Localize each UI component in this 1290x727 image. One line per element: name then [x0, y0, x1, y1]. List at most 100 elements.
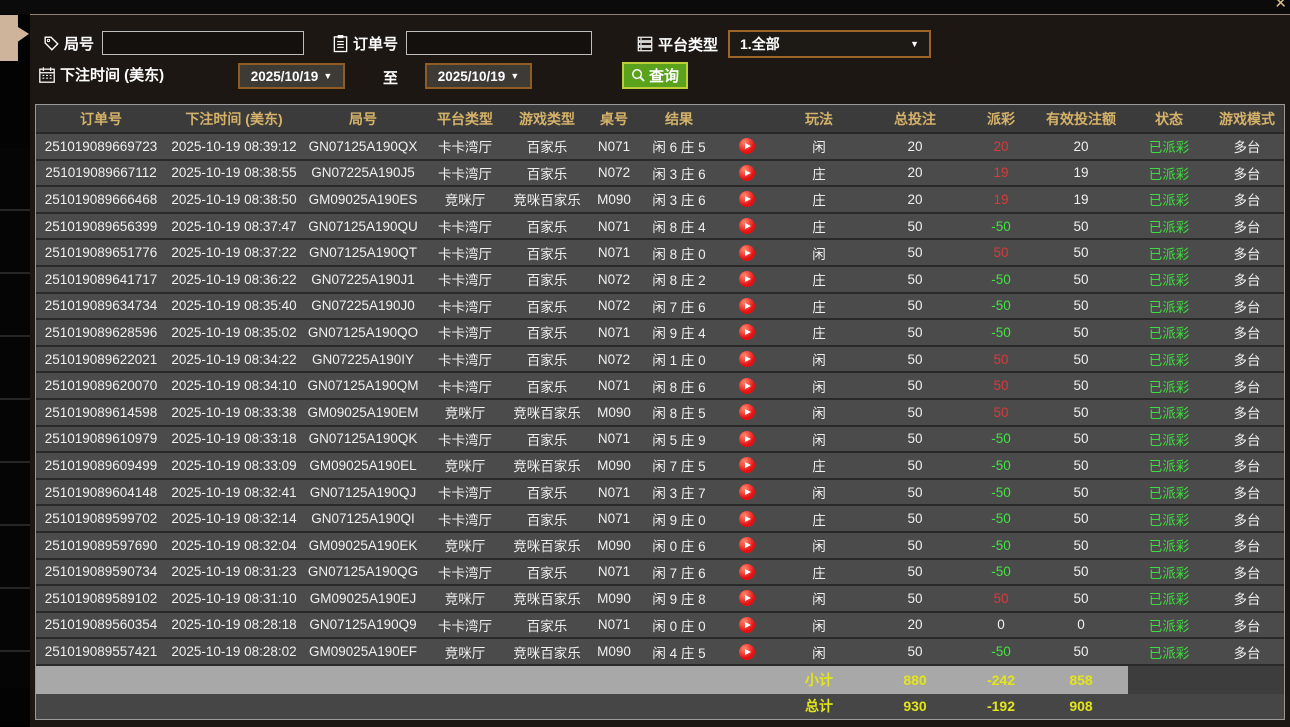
- cell-round-id: GM09025A190EF: [302, 644, 424, 659]
- cell-bet-time: 2025-10-19 08:34:10: [166, 378, 302, 393]
- replay-play-button[interactable]: [739, 378, 755, 394]
- date-from-picker[interactable]: 2025/10/19 ▼: [238, 63, 345, 89]
- play-icon: [745, 542, 751, 548]
- cell-bet-time: 2025-10-19 08:36:22: [166, 272, 302, 287]
- cell-status: 已派彩: [1128, 562, 1210, 582]
- cell-replay: [718, 564, 776, 580]
- cell-platform: 竞咪厅: [424, 535, 506, 555]
- replay-play-button[interactable]: [739, 617, 755, 633]
- cell-result: 闲 0 庄 6: [640, 535, 718, 555]
- replay-play-button[interactable]: [739, 324, 755, 340]
- round-input[interactable]: [102, 31, 304, 55]
- replay-play-button[interactable]: [739, 404, 755, 420]
- cell-bet-time: 2025-10-19 08:39:12: [166, 139, 302, 154]
- replay-play-button[interactable]: [739, 457, 755, 473]
- cell-game-mode: 多台: [1210, 642, 1284, 662]
- cell-payout: -50: [968, 298, 1034, 313]
- order-filter: 订单号: [332, 31, 592, 55]
- cell-game-mode: 多台: [1210, 588, 1284, 608]
- subtotal-row: 小计 880 -242 858: [36, 666, 1284, 694]
- replay-play-button[interactable]: [739, 590, 755, 606]
- grand-total-valid-bet: 908: [1034, 698, 1128, 714]
- replay-play-button[interactable]: [739, 138, 755, 154]
- replay-play-button[interactable]: [739, 484, 755, 500]
- cell-bet-type: 闲: [776, 535, 862, 555]
- cell-payout: -50: [968, 511, 1034, 526]
- column-header: 派彩: [968, 109, 1034, 129]
- replay-play-button[interactable]: [739, 271, 755, 287]
- cell-total-bet: 50: [862, 352, 968, 367]
- replay-play-button[interactable]: [739, 511, 755, 527]
- cell-result: 闲 9 庄 8: [640, 588, 718, 608]
- cell-game-type: 百家乐: [506, 163, 588, 183]
- cell-platform: 竞咪厅: [424, 455, 506, 475]
- bet-records-table: 订单号 下注时间 (美东) 局号 平台类型 游戏类型 桌号 结果 玩法 总投注 …: [35, 104, 1285, 720]
- cell-bet-time: 2025-10-19 08:32:14: [166, 511, 302, 526]
- replay-play-button[interactable]: [739, 245, 755, 261]
- replay-play-button[interactable]: [739, 431, 755, 447]
- cell-total-bet: 50: [862, 272, 968, 287]
- cell-game-mode: 多台: [1210, 429, 1284, 449]
- cell-game-type: 百家乐: [506, 376, 588, 396]
- cell-bet-type: 庄: [776, 189, 862, 209]
- cell-status: 已派彩: [1128, 376, 1210, 396]
- table-row: 251019089667112 2025-10-19 08:38:55 GN07…: [36, 161, 1284, 188]
- cell-order-id: 251019089669723: [36, 139, 166, 154]
- replay-play-button[interactable]: [739, 537, 755, 553]
- cell-game-type: 百家乐: [506, 269, 588, 289]
- cell-table-no: N072: [588, 272, 640, 287]
- cell-result: 闲 5 庄 9: [640, 429, 718, 449]
- cell-round-id: GM09025A190EK: [302, 538, 424, 553]
- replay-play-button[interactable]: [739, 298, 755, 314]
- side-pull-tab[interactable]: [0, 15, 29, 61]
- close-icon[interactable]: ✕: [1274, 0, 1287, 12]
- cell-result: 闲 6 庄 5: [640, 136, 718, 156]
- table-row: 251019089666468 2025-10-19 08:38:50 GM09…: [36, 187, 1284, 214]
- cell-game-mode: 多台: [1210, 482, 1284, 502]
- table-header-row: 订单号 下注时间 (美东) 局号 平台类型 游戏类型 桌号 结果 玩法 总投注 …: [36, 105, 1284, 134]
- cell-payout: -50: [968, 219, 1034, 234]
- column-header: 游戏类型: [506, 109, 588, 129]
- cell-platform: 竞咪厅: [424, 642, 506, 662]
- play-icon: [745, 649, 751, 655]
- column-header: 订单号: [36, 109, 166, 129]
- cell-bet-type: 庄: [776, 216, 862, 236]
- cell-total-bet: 50: [862, 458, 968, 473]
- cell-order-id: 251019089560354: [36, 617, 166, 632]
- column-header: 玩法: [776, 109, 862, 129]
- cell-order-id: 251019089667112: [36, 165, 166, 180]
- platform-select[interactable]: 1.全部 ▼: [728, 30, 931, 58]
- cell-platform: 卡卡湾厅: [424, 509, 506, 529]
- cell-status: 已派彩: [1128, 189, 1210, 209]
- table-row: 251019089651776 2025-10-19 08:37:22 GN07…: [36, 240, 1284, 267]
- table-row: 251019089641717 2025-10-19 08:36:22 GN07…: [36, 267, 1284, 294]
- replay-play-button[interactable]: [739, 165, 755, 181]
- cell-bet-type: 闲: [776, 136, 862, 156]
- order-input[interactable]: [406, 31, 592, 55]
- cell-payout: 50: [968, 245, 1034, 260]
- cell-round-id: GN07125A190QO: [302, 325, 424, 340]
- cell-round-id: GN07125A190QI: [302, 511, 424, 526]
- replay-play-button[interactable]: [739, 218, 755, 234]
- cell-payout: -50: [968, 485, 1034, 500]
- replay-play-button[interactable]: [739, 191, 755, 207]
- replay-play-button[interactable]: [739, 644, 755, 660]
- cell-order-id: 251019089557421: [36, 644, 166, 659]
- cell-result: 闲 8 庄 2: [640, 269, 718, 289]
- query-button[interactable]: 查询: [622, 62, 688, 89]
- cell-platform: 卡卡湾厅: [424, 322, 506, 342]
- play-icon: [745, 383, 751, 389]
- replay-play-button[interactable]: [739, 351, 755, 367]
- cell-bet-time: 2025-10-19 08:35:40: [166, 298, 302, 313]
- play-icon: [745, 436, 751, 442]
- cell-replay: [718, 484, 776, 500]
- cell-table-no: N072: [588, 165, 640, 180]
- query-button-label: 查询: [649, 65, 679, 86]
- cell-order-id: 251019089597690: [36, 538, 166, 553]
- cell-table-no: N072: [588, 352, 640, 367]
- cell-bet-time: 2025-10-19 08:28:02: [166, 644, 302, 659]
- date-to-picker[interactable]: 2025/10/19 ▼: [425, 63, 532, 89]
- replay-play-button[interactable]: [739, 564, 755, 580]
- cell-platform: 卡卡湾厅: [424, 243, 506, 263]
- play-icon: [745, 516, 751, 522]
